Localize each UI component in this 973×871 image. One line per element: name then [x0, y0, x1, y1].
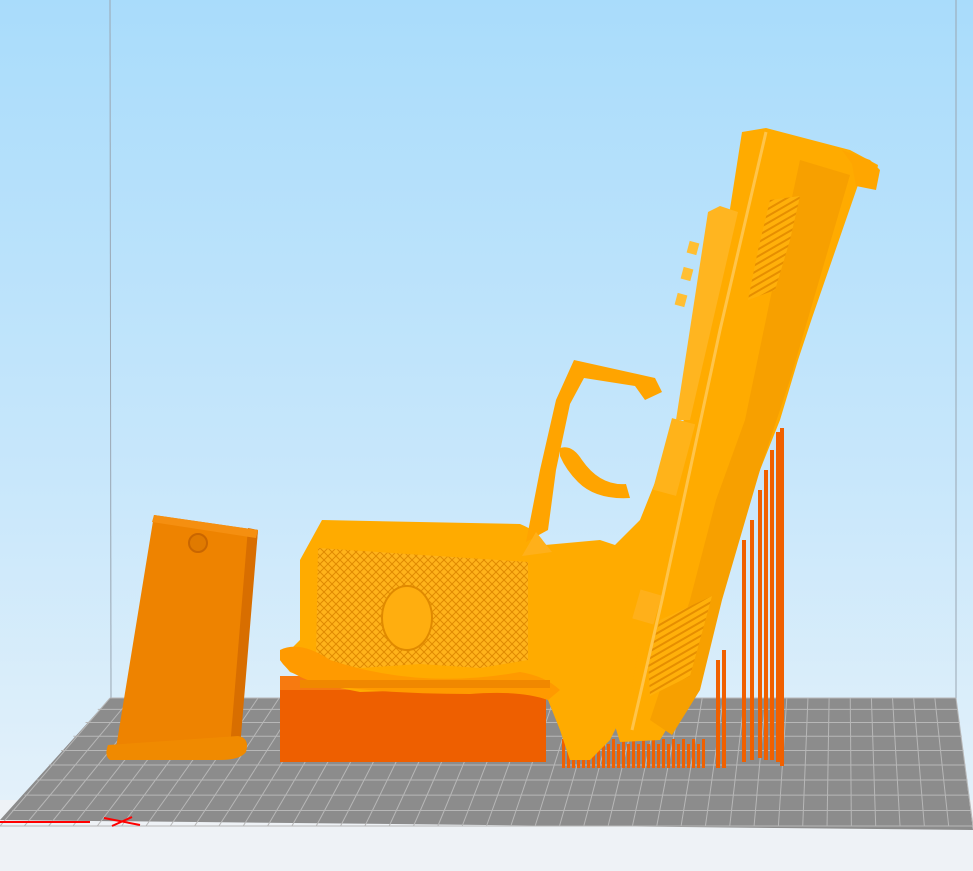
support-tooth — [627, 744, 630, 768]
scene-canvas[interactable] — [0, 0, 973, 871]
support-tooth — [662, 739, 665, 768]
support-tooth — [652, 739, 655, 768]
support-tooth — [677, 744, 680, 768]
grip-serrations-bottom — [300, 680, 550, 688]
support-tooth — [697, 744, 700, 768]
support-tooth — [692, 739, 695, 768]
support-tooth — [612, 739, 615, 768]
support-tooth — [607, 744, 610, 768]
support-tooth — [667, 744, 670, 768]
support-tooth — [672, 739, 675, 768]
3d-viewport[interactable] — [0, 0, 973, 871]
support-pillar — [764, 470, 768, 760]
support-tooth — [637, 744, 640, 768]
support-pillar — [716, 660, 720, 768]
magazine-round-indicator — [188, 533, 208, 553]
support-tooth — [647, 744, 650, 768]
grip-logo-medallion — [381, 585, 433, 651]
support-pillar — [722, 650, 726, 768]
support-tooth — [622, 739, 625, 768]
support-tooth — [642, 739, 645, 768]
support-tooth — [687, 744, 690, 768]
support-pillar — [776, 432, 780, 762]
support-pillar — [758, 490, 762, 758]
support-tooth — [617, 744, 620, 768]
support-tooth — [682, 739, 685, 768]
support-tooth — [632, 739, 635, 768]
support-pillar — [750, 520, 754, 760]
support-pillar — [742, 540, 746, 762]
support-tooth — [702, 739, 705, 768]
support-pillar — [780, 428, 784, 766]
support-tooth — [657, 744, 660, 768]
support-pillar — [770, 450, 774, 760]
